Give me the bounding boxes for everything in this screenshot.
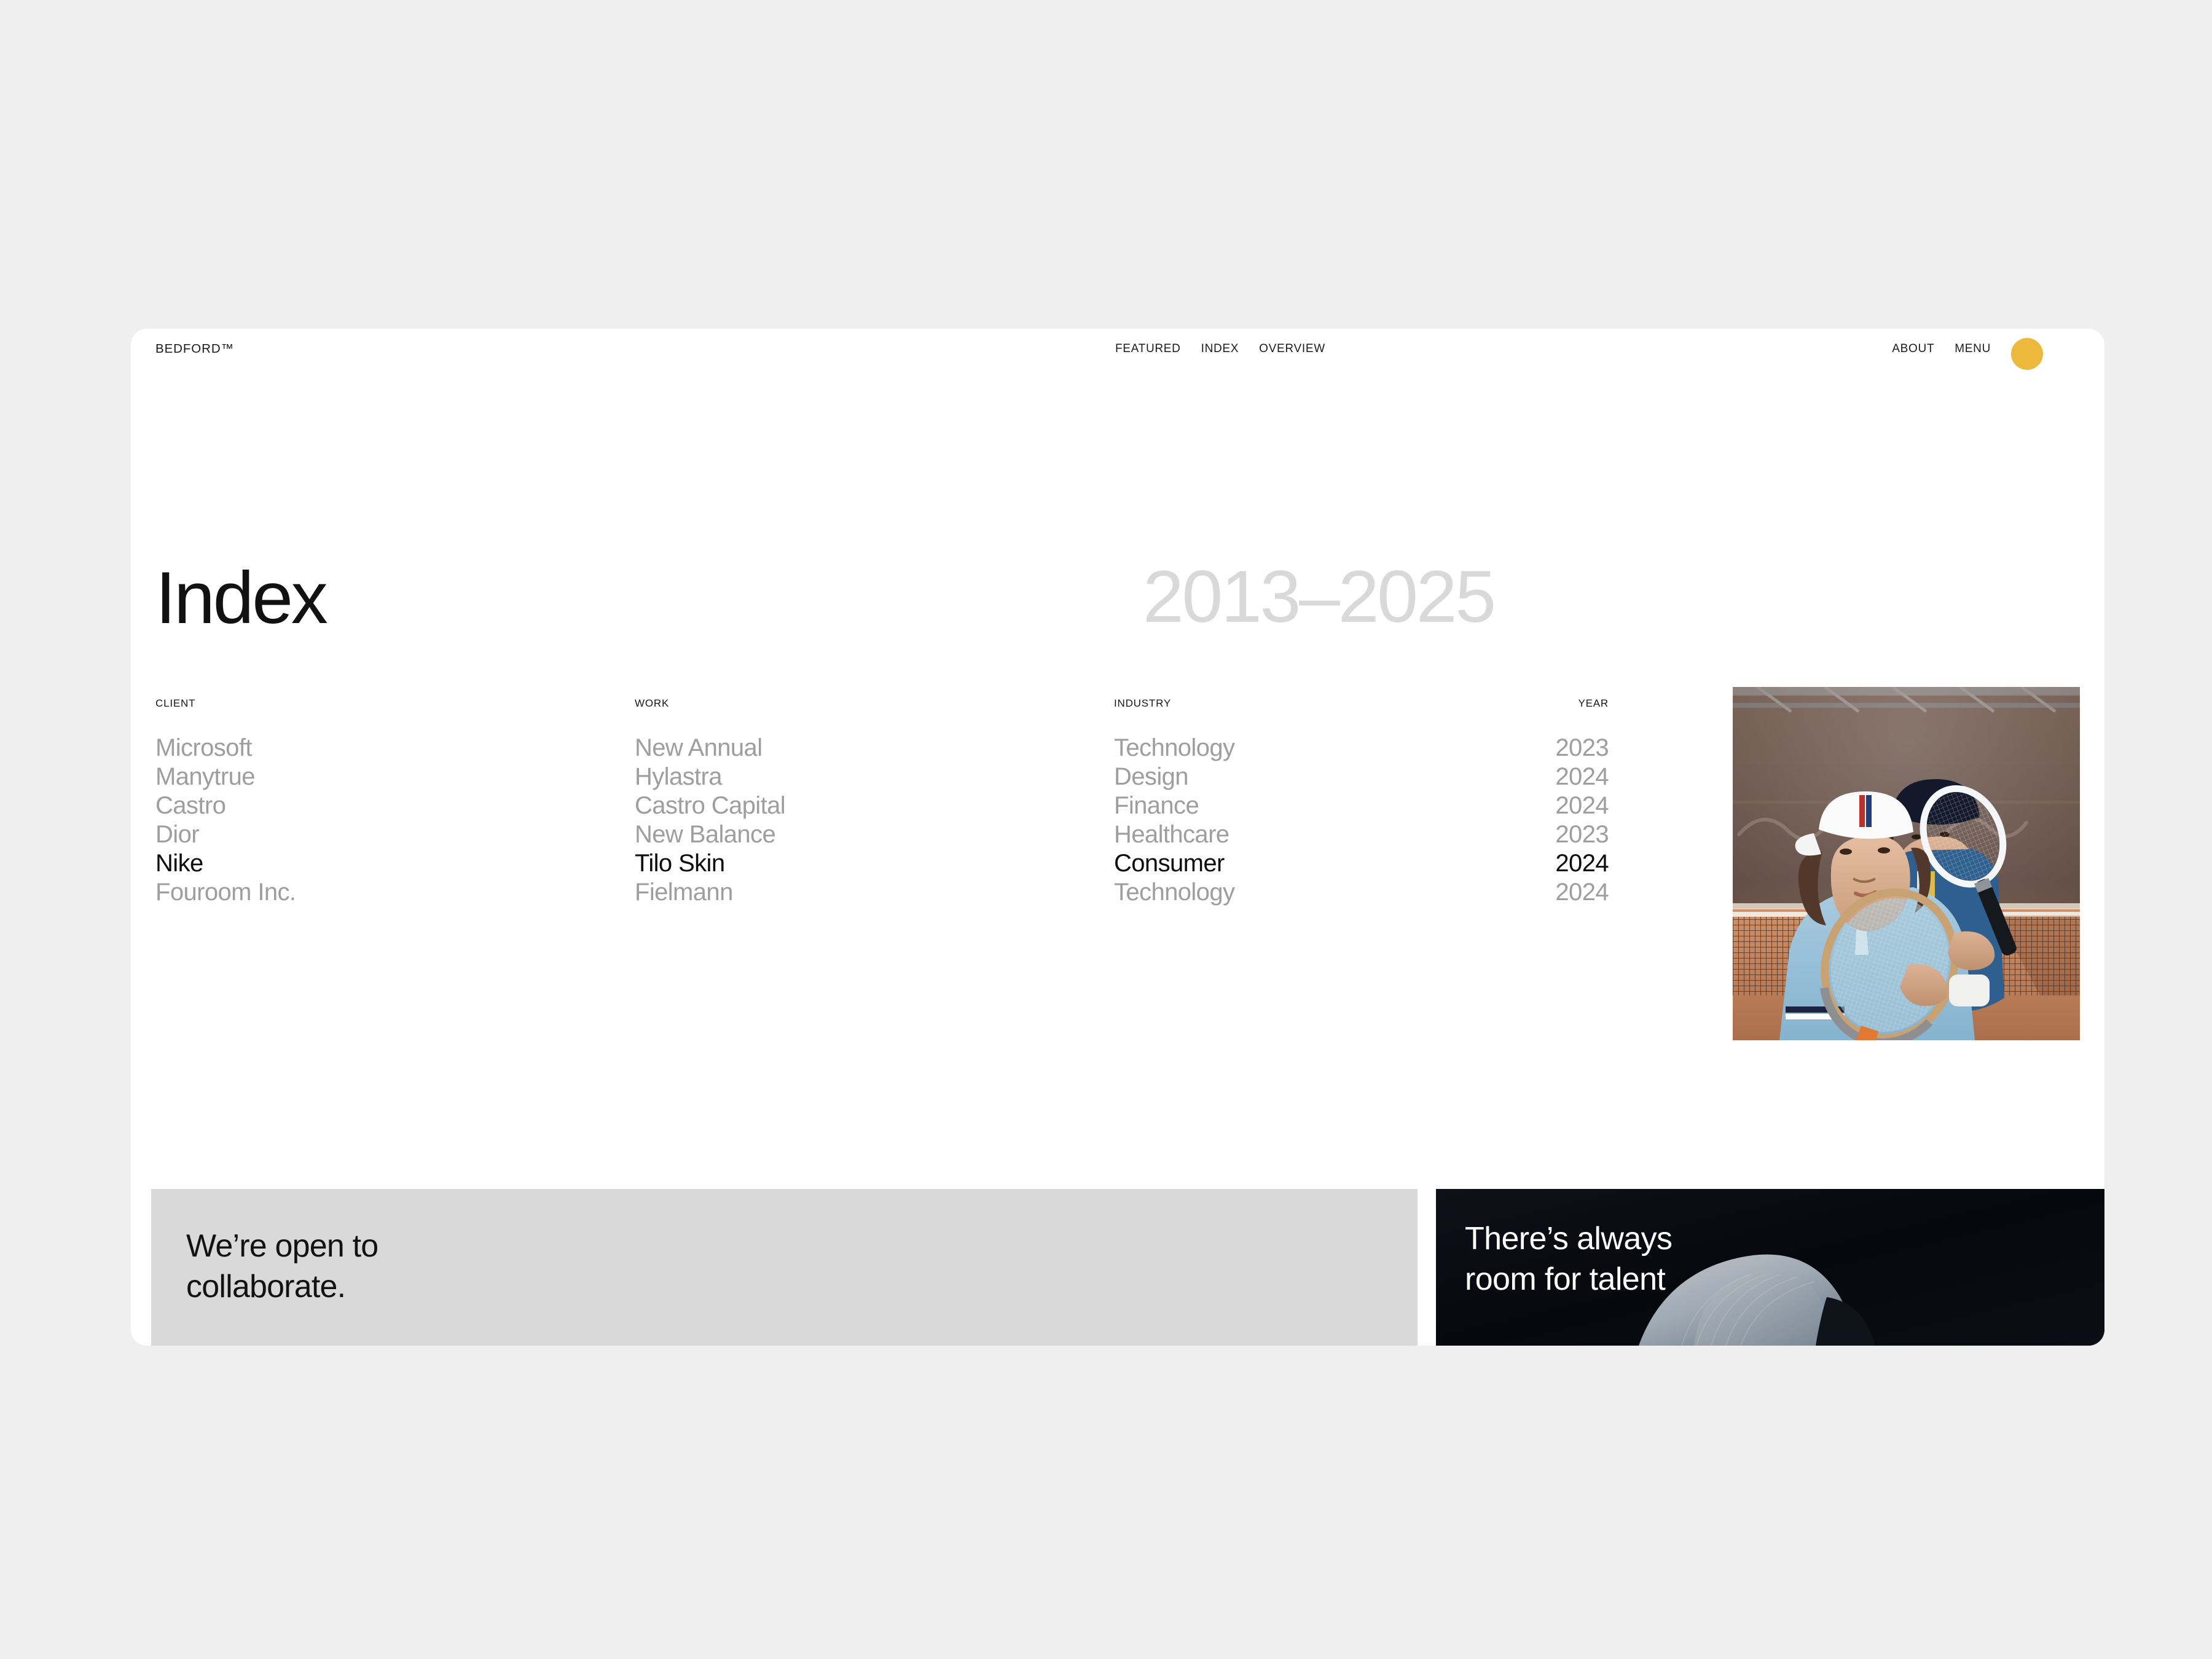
collaborate-panel-text: We’re open to collaborate. — [186, 1226, 378, 1307]
table-row[interactable]: Fouroom Inc. Fielmann Technology 2024 — [155, 878, 1618, 907]
cell-year: 2024 — [1555, 763, 1609, 790]
talent-line-1: There’s always — [1465, 1221, 1673, 1257]
table-row[interactable]: Manytrue Hylastra Design 2024 — [155, 763, 1618, 791]
cell-client: Fouroom Inc. — [155, 879, 296, 906]
brand-logo[interactable]: BEDFORD™ — [155, 342, 234, 356]
cell-work: Fielmann — [635, 879, 733, 906]
table-row[interactable]: Microsoft New Annual Technology 2023 — [155, 734, 1618, 763]
hero-heading-row: Index 2013–2025 — [155, 555, 2080, 647]
collaborate-line-2: collaborate. — [186, 1269, 346, 1304]
cell-industry: Technology — [1114, 879, 1235, 906]
talent-panel-text: There’s always room for talent — [1465, 1218, 1673, 1300]
cell-industry: Design — [1114, 763, 1189, 790]
talent-panel[interactable]: There’s always room for talent — [1436, 1189, 2104, 1346]
nav-item-overview[interactable]: OVERVIEW — [1259, 342, 1325, 356]
cell-work: Tilo Skin — [635, 850, 725, 877]
collaborate-panel[interactable]: We’re open to collaborate. — [151, 1189, 1418, 1346]
column-header-work: WORK — [635, 697, 670, 709]
table-row[interactable]: Castro Castro Capital Finance 2024 — [155, 791, 1618, 820]
cell-client: Castro — [155, 792, 226, 819]
year-range-label: 2013–2025 — [1143, 555, 1496, 638]
cell-work: New Balance — [635, 821, 776, 848]
cell-client: Nike — [155, 850, 203, 877]
page-title: Index — [155, 557, 328, 639]
cell-industry: Technology — [1114, 734, 1235, 761]
table-body: Microsoft New Annual Technology 2023 Man… — [155, 734, 1618, 907]
column-header-industry: INDUSTRY — [1114, 697, 1171, 709]
cell-year: 2024 — [1555, 879, 1609, 906]
cell-client: Microsoft — [155, 734, 252, 761]
project-preview-image[interactable] — [1733, 687, 2080, 1040]
cell-year: 2024 — [1555, 792, 1609, 819]
cell-work: New Annual — [635, 734, 763, 761]
cell-client: Dior — [155, 821, 200, 848]
cell-industry: Healthcare — [1114, 821, 1230, 848]
cell-year: 2023 — [1555, 821, 1609, 848]
talent-line-2: room for talent — [1465, 1261, 1666, 1297]
cell-client: Manytrue — [155, 763, 256, 790]
browser-card: BEDFORD™ FEATURED INDEX OVERVIEW ABOUT M… — [131, 329, 2104, 1346]
cell-industry: Consumer — [1114, 850, 1225, 877]
column-header-year: YEAR — [1578, 697, 1609, 709]
table-row[interactable]: Dior New Balance Healthcare 2023 — [155, 820, 1618, 849]
nav-item-about[interactable]: ABOUT — [1892, 342, 1934, 356]
collaborate-line-1: We’re open to — [186, 1228, 378, 1264]
status-dot-icon[interactable] — [2011, 338, 2043, 370]
cell-industry: Finance — [1114, 792, 1199, 819]
cell-year: 2024 — [1555, 850, 1609, 877]
table-header-row: CLIENT WORK INDUSTRY YEAR — [155, 697, 1618, 718]
nav-item-index[interactable]: INDEX — [1201, 342, 1239, 356]
index-table: CLIENT WORK INDUSTRY YEAR Microsoft New … — [155, 697, 1618, 907]
cell-work: Hylastra — [635, 763, 723, 790]
cell-work: Castro Capital — [635, 792, 786, 819]
top-navigation-bar: BEDFORD™ FEATURED INDEX OVERVIEW ABOUT M… — [131, 329, 2104, 378]
column-header-client: CLIENT — [155, 697, 196, 709]
nav-item-featured[interactable]: FEATURED — [1115, 342, 1181, 356]
primary-nav: FEATURED INDEX OVERVIEW — [1115, 342, 1325, 356]
table-row-active[interactable]: Nike Tilo Skin Consumer 2024 — [155, 849, 1618, 878]
cell-year: 2023 — [1555, 734, 1609, 761]
secondary-nav: ABOUT MENU — [1892, 342, 1991, 356]
nav-item-menu[interactable]: MENU — [1955, 342, 1991, 356]
